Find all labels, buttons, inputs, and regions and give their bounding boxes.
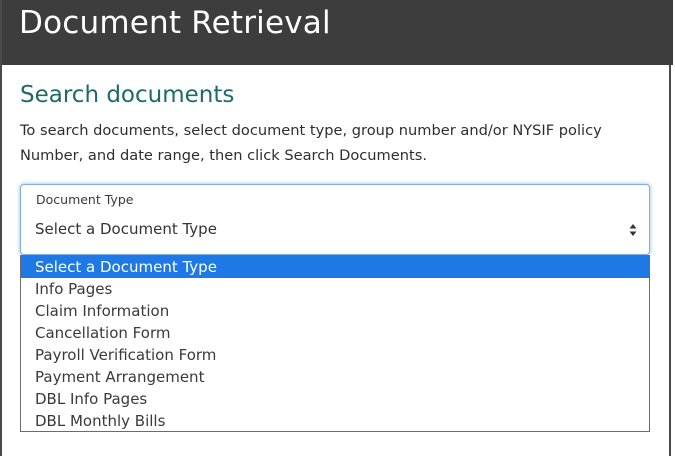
up-down-chevron-icon bbox=[629, 224, 637, 236]
option-dbl-monthly-bills[interactable]: DBL Monthly Bills bbox=[21, 410, 649, 431]
search-documents-heading: Search documents bbox=[20, 82, 235, 108]
document-retrieval-panel: Document Retrieval Search documents To s… bbox=[0, 0, 673, 456]
option-cancellation-form[interactable]: Cancellation Form bbox=[21, 322, 649, 344]
option-payroll-verification-form[interactable]: Payroll Verification Form bbox=[21, 344, 649, 366]
option-dbl-info-pages[interactable]: DBL Info Pages bbox=[21, 388, 649, 410]
document-type-select[interactable]: Document Type Select a Document Type bbox=[20, 184, 650, 255]
page-title: Document Retrieval bbox=[19, 5, 331, 41]
document-type-options-list[interactable]: Select a Document Type Info Pages Claim … bbox=[20, 255, 650, 432]
header-bar: Document Retrieval bbox=[2, 0, 673, 65]
option-info-pages[interactable]: Info Pages bbox=[21, 278, 649, 300]
document-type-selected-value: Select a Document Type bbox=[35, 220, 217, 238]
option-claim-information[interactable]: Claim Information bbox=[21, 300, 649, 322]
search-instructions: To search documents, select document typ… bbox=[20, 122, 602, 164]
option-select-a-document-type[interactable]: Select a Document Type bbox=[21, 256, 649, 278]
document-type-label: Document Type bbox=[36, 192, 134, 207]
option-payment-arrangement[interactable]: Payment Arrangement bbox=[21, 366, 649, 388]
